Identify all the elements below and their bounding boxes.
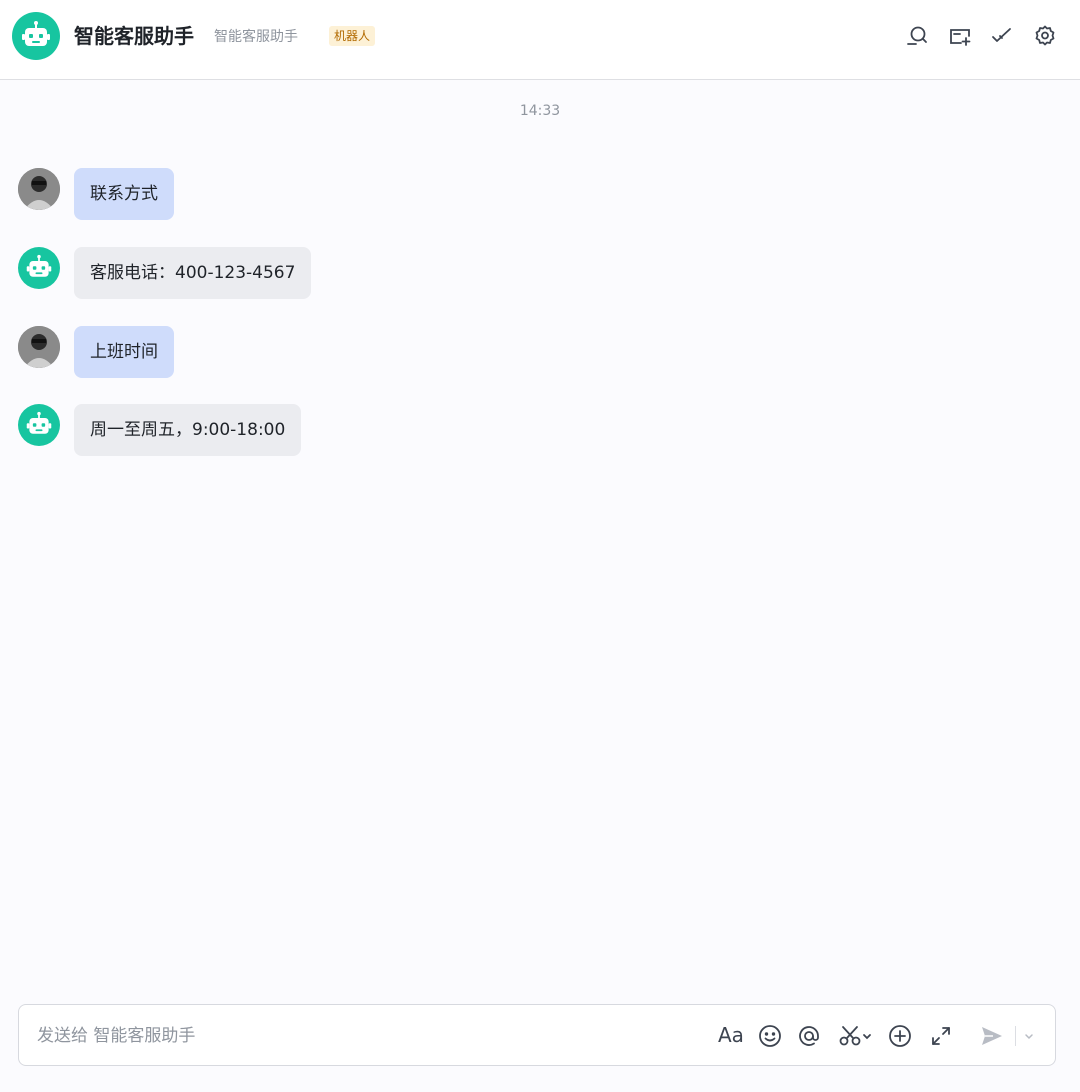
user-avatar[interactable]: [18, 168, 60, 210]
emoji-icon[interactable]: [757, 1023, 783, 1049]
robot-icon: [22, 21, 50, 46]
message-row: 上班时间: [0, 326, 1080, 382]
font-format-icon[interactable]: Aa: [718, 1022, 744, 1048]
add-icon[interactable]: [887, 1023, 913, 1049]
chat-title: 智能客服助手: [74, 24, 194, 48]
message-bubble[interactable]: 上班时间: [74, 326, 174, 378]
chat-subtitle: 智能客服助手: [214, 29, 298, 45]
checkmark-icon[interactable]: [990, 24, 1014, 48]
chevron-down-icon[interactable]: [1022, 1023, 1036, 1049]
bot-avatar[interactable]: [18, 404, 60, 446]
mention-icon[interactable]: [796, 1023, 822, 1049]
robot-icon: [26, 254, 52, 277]
message-composer: Aa: [18, 1004, 1056, 1066]
send-divider: [1015, 1026, 1016, 1046]
screenshot-icon[interactable]: [837, 1023, 873, 1049]
user-avatar[interactable]: [18, 326, 60, 368]
bot-avatar[interactable]: [18, 247, 60, 289]
robot-icon: [26, 411, 52, 434]
search-icon[interactable]: [905, 24, 929, 48]
message-bubble[interactable]: 客服电话：400-123-4567: [74, 247, 312, 299]
message-row: 周一至周五，9:00-18:00: [0, 404, 1080, 460]
bot-badge: 机器人: [329, 26, 376, 46]
message-row: 联系方式: [0, 168, 1080, 224]
add-tab-icon[interactable]: [948, 24, 972, 48]
message-bubble[interactable]: 联系方式: [74, 168, 174, 220]
message-input[interactable]: [35, 1020, 679, 1052]
message-row: 客服电话：400-123-4567: [0, 247, 1080, 303]
bot-avatar[interactable]: [12, 12, 60, 60]
send-icon[interactable]: [979, 1023, 1005, 1049]
expand-icon[interactable]: [928, 1023, 954, 1049]
message-timestamp: 14:33: [519, 103, 561, 119]
message-bubble[interactable]: 周一至周五，9:00-18:00: [74, 404, 302, 456]
chat-header: 智能客服助手 智能客服助手 机器人: [0, 0, 1080, 80]
settings-icon[interactable]: [1033, 24, 1057, 48]
